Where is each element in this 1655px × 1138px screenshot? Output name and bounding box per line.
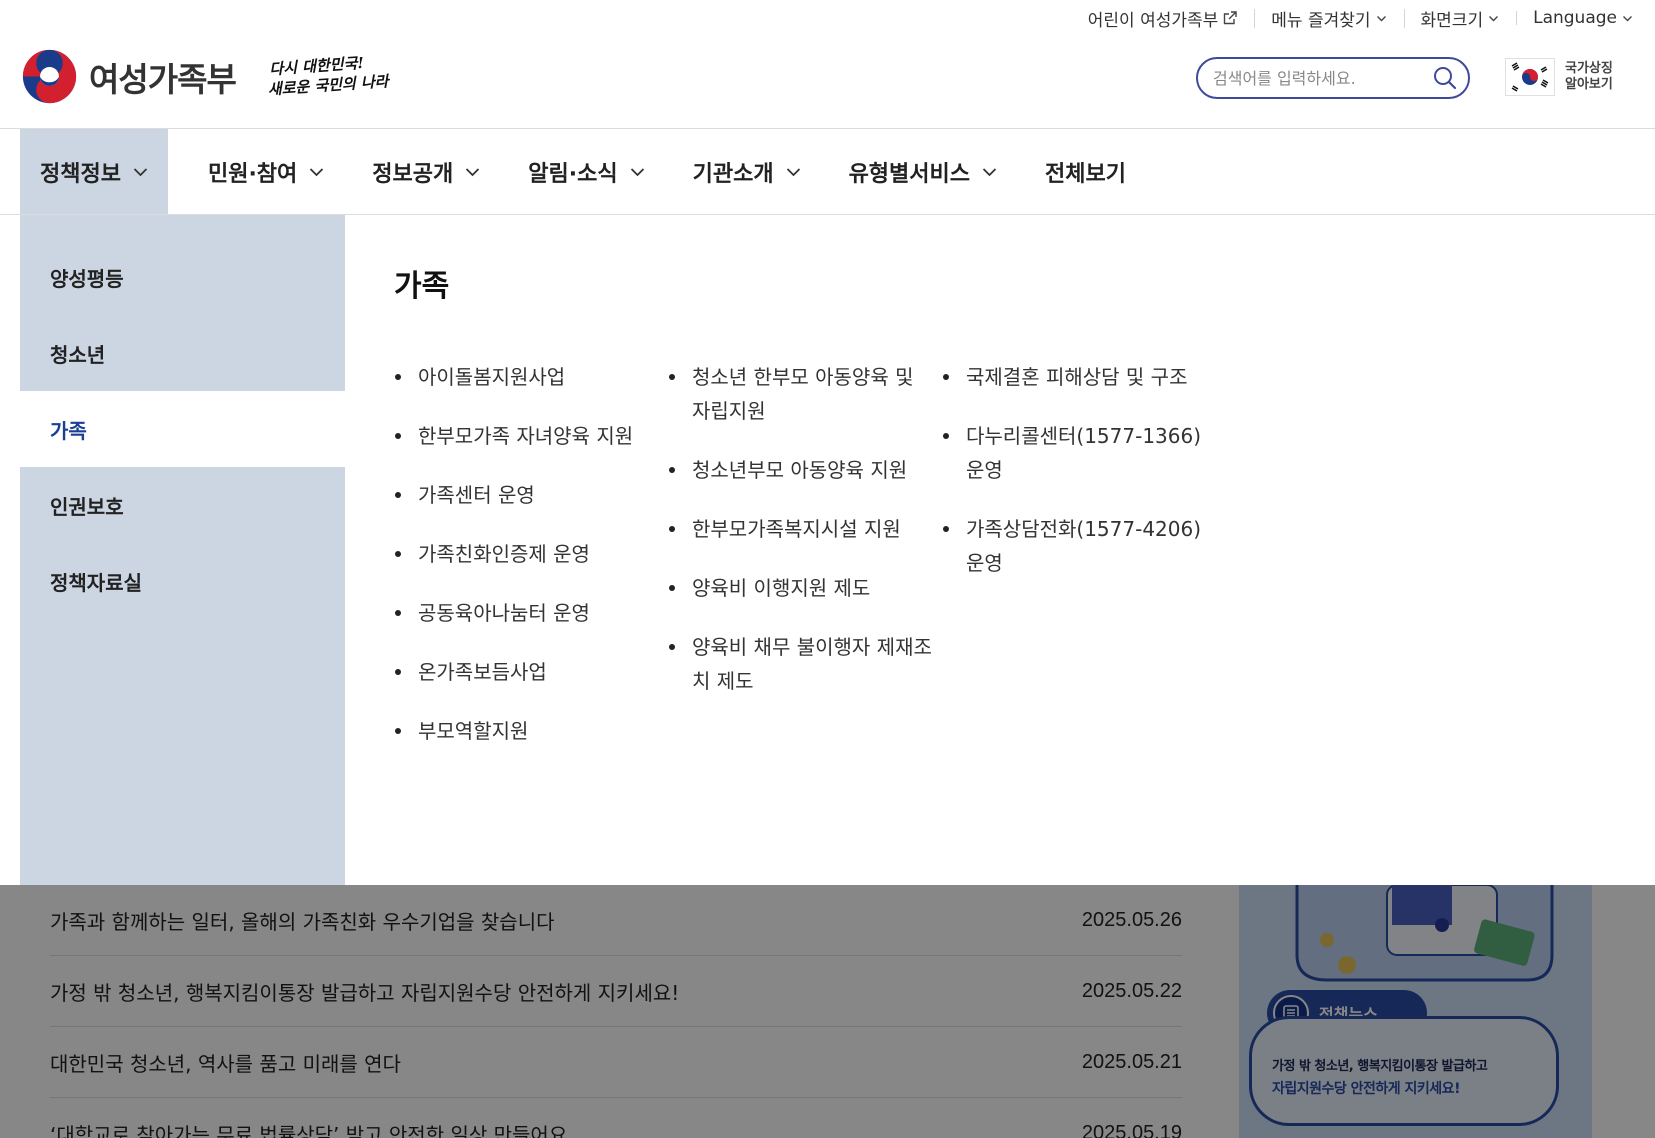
submenu-link[interactable]: 가족친화인증제 운영 bbox=[394, 537, 668, 571]
submenu-link[interactable]: 양육비 이행지원 제도 bbox=[668, 571, 942, 605]
emblem-label-line-2: 알아보기 bbox=[1565, 77, 1613, 92]
mega-menu-panel: 양성평등 청소년 가족 인권보호 정책자료실 가족 아이돌봄지원사업 한부모가족… bbox=[0, 215, 1655, 885]
nav-item-about[interactable]: 기관소개 bbox=[673, 129, 821, 214]
submenu-link[interactable]: 청소년부모 아동양육 지원 bbox=[668, 453, 942, 487]
news-row[interactable]: 대한민국 청소년, 역사를 품고 미래를 연다 2025.05.21 bbox=[50, 1027, 1182, 1098]
bookmark-menu-button[interactable]: 메뉴 즐겨찾기 bbox=[1254, 6, 1403, 31]
page-background: 가족과 함께하는 일터, 올해의 가족친화 우수기업을 찾습니다 2025.05… bbox=[0, 885, 1655, 1138]
chevron-down-icon bbox=[630, 167, 644, 176]
submenu-item-policy-archive[interactable]: 정책자료실 bbox=[20, 543, 345, 619]
submenu-link[interactable]: 한부모가족복지시설 지원 bbox=[668, 512, 942, 546]
submenu-link[interactable]: 가족센터 운영 bbox=[394, 478, 668, 512]
nav-item-label: 알림·소식 bbox=[528, 161, 618, 187]
news-date: 2025.05.22 bbox=[1081, 979, 1182, 1002]
submenu-column: 국제결혼 피해상담 및 구조 다누리콜센터(1577-1366) 운영 가족상담… bbox=[942, 360, 1216, 773]
news-title: 대한민국 청소년, 역사를 품고 미래를 연다 bbox=[50, 1051, 401, 1076]
submenu-link[interactable]: 다누리콜센터(1577-1366) 운영 bbox=[942, 419, 1216, 487]
nav-item-services-by-type[interactable]: 유형별서비스 bbox=[829, 129, 1017, 214]
search-icon[interactable] bbox=[1432, 65, 1458, 91]
submenu-links: 아이돌봄지원사업 한부모가족 자녀양육 지원 가족센터 운영 가족친화인증제 운… bbox=[394, 360, 1216, 773]
external-link-icon bbox=[1224, 11, 1237, 25]
search-box bbox=[1196, 57, 1470, 99]
language-label: Language bbox=[1533, 8, 1617, 28]
submenu-item-label: 인권보호 bbox=[50, 494, 124, 519]
main-navigation: 정책정보 민원·참여 정보공개 알림·소식 기관소개 유형별서비스 전체보기 bbox=[0, 128, 1655, 215]
news-date: 2025.05.19 bbox=[1081, 1122, 1182, 1138]
submenu-link[interactable]: 양육비 채무 불이행자 제재조치 제도 bbox=[668, 630, 942, 698]
chevron-down-icon bbox=[1376, 15, 1386, 21]
font-size-label: 화면크기 bbox=[1420, 10, 1484, 31]
slogan: 다시 대한민국! 새로운 국민의 나라 bbox=[267, 51, 396, 100]
nav-item-label: 유형별서비스 bbox=[848, 161, 971, 187]
banner-card: 가정 밖 청소년, 행복지킴이통장 발급하고 자립지원수당 안전하게 지키세요! bbox=[1249, 1016, 1559, 1126]
chevron-down-icon bbox=[1623, 15, 1632, 21]
utility-bar: 어린이 여성가족부 메뉴 즐겨찾기 화면크기 Language bbox=[1071, 0, 1655, 36]
nav-item-label: 정보공개 bbox=[372, 161, 454, 187]
submenu-sidebar: 양성평등 청소년 가족 인권보호 정책자료실 bbox=[20, 215, 345, 885]
submenu-link[interactable]: 청소년 한부모 아동양육 및 자립지원 bbox=[668, 360, 942, 428]
chevron-down-icon bbox=[133, 167, 148, 176]
korean-flag-icon bbox=[1505, 58, 1555, 96]
nav-item-label: 민원·참여 bbox=[207, 161, 298, 187]
news-date: 2025.05.26 bbox=[1081, 908, 1182, 931]
nav-item-civil-participation[interactable]: 민원·참여 bbox=[188, 129, 344, 214]
submenu-link[interactable]: 공동육아나눔터 운영 bbox=[394, 596, 668, 630]
news-row[interactable]: 가족과 함께하는 일터, 올해의 가족친화 우수기업을 찾습니다 2025.05… bbox=[50, 885, 1182, 956]
emblem-label-line-1: 국가상징 bbox=[1565, 61, 1613, 76]
submenu-item-human-rights[interactable]: 인권보호 bbox=[20, 467, 345, 543]
news-list: 가족과 함께하는 일터, 올해의 가족친화 우수기업을 찾습니다 2025.05… bbox=[50, 885, 1182, 1138]
site-logo[interactable]: 여성가족부 bbox=[21, 48, 237, 105]
bookmark-label: 메뉴 즐겨찾기 bbox=[1271, 10, 1371, 31]
submenu-item-label: 청소년 bbox=[50, 342, 106, 367]
chevron-down-icon bbox=[1489, 15, 1499, 21]
news-row[interactable]: 가정 밖 청소년, 행복지킴이통장 발급하고 자립지원수당 안전하게 지키세요!… bbox=[50, 956, 1182, 1027]
news-title: 가족과 함께하는 일터, 올해의 가족친화 우수기업을 찾습니다 bbox=[50, 909, 555, 934]
submenu-panel-title: 가족 bbox=[394, 269, 450, 304]
news-row[interactable]: ‘대학교로 찾아가는 무료 법률상담’ 받고 안전한 일상 만들어요 2025.… bbox=[50, 1098, 1182, 1138]
kids-site-link[interactable]: 어린이 여성가족부 bbox=[1071, 6, 1255, 31]
submenu-link[interactable]: 한부모가족 자녀양육 지원 bbox=[394, 419, 668, 453]
nav-item-label: 정책정보 bbox=[40, 161, 121, 187]
submenu-link[interactable]: 아이돌봄지원사업 bbox=[394, 360, 668, 394]
submenu-column: 청소년 한부모 아동양육 및 자립지원 청소년부모 아동양육 지원 한부모가족복… bbox=[668, 360, 942, 773]
nav-item-view-all[interactable]: 전체보기 bbox=[1025, 129, 1146, 214]
kids-site-label: 어린이 여성가족부 bbox=[1087, 10, 1219, 31]
submenu-item-gender-equality[interactable]: 양성평등 bbox=[20, 239, 345, 315]
chevron-down-icon bbox=[982, 167, 997, 176]
submenu-link[interactable]: 국제결혼 피해상담 및 구조 bbox=[942, 360, 1216, 394]
submenu-link[interactable]: 부모역할지원 bbox=[394, 714, 668, 748]
nav-item-policy-info[interactable]: 정책정보 bbox=[20, 129, 168, 214]
search-input[interactable] bbox=[1213, 68, 1432, 88]
submenu-item-family[interactable]: 가족 bbox=[20, 391, 345, 467]
taegeuk-logo-icon bbox=[22, 49, 77, 104]
nav-item-information-disclosure[interactable]: 정보공개 bbox=[352, 129, 500, 214]
logo-text: 여성가족부 bbox=[89, 59, 237, 99]
national-symbol-link[interactable]: 국가상징 알아보기 bbox=[1505, 58, 1620, 96]
chevron-down-icon bbox=[786, 167, 800, 176]
submenu-item-label: 정책자료실 bbox=[50, 570, 142, 595]
news-date: 2025.05.21 bbox=[1081, 1050, 1182, 1073]
policy-news-banner[interactable]: 정책뉴스 가정 밖 청소년, 행복지킴이통장 발급하고 자립지원수당 안전하게 … bbox=[1239, 885, 1592, 1138]
nav-item-news[interactable]: 알림·소식 bbox=[508, 129, 664, 214]
nav-item-label: 전체보기 bbox=[1045, 161, 1126, 187]
emblem-label: 국가상징 알아보기 bbox=[1565, 61, 1620, 93]
submenu-link[interactable]: 가족상담전화(1577-4206) 운영 bbox=[942, 512, 1216, 580]
submenu-item-youth[interactable]: 청소년 bbox=[20, 315, 345, 391]
font-size-button[interactable]: 화면크기 bbox=[1403, 6, 1517, 31]
banner-line-1: 가정 밖 청소년, 행복지킴이통장 발급하고 bbox=[1272, 1059, 1488, 1074]
news-title: ‘대학교로 찾아가는 무료 법률상담’ 받고 안전한 일상 만들어요 bbox=[50, 1123, 568, 1138]
nav-item-label: 기관소개 bbox=[692, 161, 774, 187]
banner-line-2: 자립지원수당 안전하게 지키세요! bbox=[1272, 1081, 1460, 1097]
submenu-item-label: 양성평등 bbox=[50, 266, 124, 291]
submenu-link[interactable]: 온가족보듬사업 bbox=[394, 655, 668, 689]
chevron-down-icon bbox=[310, 167, 324, 176]
language-button[interactable]: Language bbox=[1516, 8, 1633, 28]
news-title: 가정 밖 청소년, 행복지킴이통장 발급하고 자립지원수당 안전하게 지키세요! bbox=[50, 980, 680, 1005]
submenu-item-label: 가족 bbox=[50, 418, 87, 443]
submenu-column: 아이돌봄지원사업 한부모가족 자녀양육 지원 가족센터 운영 가족친화인증제 운… bbox=[394, 360, 668, 773]
chevron-down-icon bbox=[466, 167, 480, 176]
